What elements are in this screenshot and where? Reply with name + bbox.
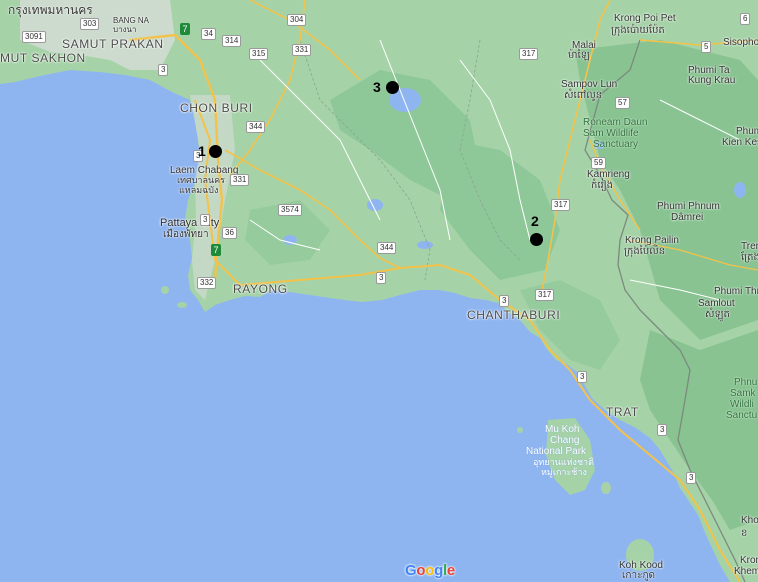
label-mu-koh-chang-thai-1: อุทยานแห่งชาติ [533, 457, 594, 467]
label-laem-chabang-thai-2: แหลมฉบัง [179, 185, 219, 195]
label-phumi-phnum-1: Phumi Phnum [657, 201, 720, 212]
label-roneam-3: Sanctuary [593, 139, 639, 150]
label-krong-pailin-khmer: ក្រុងប៉ៃលិន [624, 246, 666, 257]
marker-1[interactable] [209, 145, 222, 158]
road-shield-3-south: 3 [686, 472, 697, 484]
lake-4 [417, 241, 433, 249]
road-shield-3-rayong: 3 [376, 272, 387, 284]
google-logo: Google [405, 562, 455, 579]
road-shield-59: 59 [591, 157, 606, 169]
label-samkos-2: Samk [730, 388, 756, 399]
label-sampov-lun: Sampov Lun [561, 79, 618, 90]
label-kho-khmer: ខ [741, 528, 748, 539]
label-mu-koh-chang-3: National Park [526, 446, 587, 457]
road-shield-3-chanthaburi: 3 [499, 295, 510, 307]
label-samlout: Samlout [698, 298, 735, 309]
label-phumi-phnum-2: Dâmrei [671, 212, 704, 223]
road-shield-5: 5 [701, 41, 712, 53]
label-samkos-1: Phnu [734, 377, 758, 388]
road-shield-303: 303 [80, 18, 100, 30]
label-treng-khmer: ត្រែង [741, 252, 758, 263]
label-koh-kood-thai: เกาะกูด [622, 570, 656, 581]
road-shield-6: 6 [740, 13, 751, 25]
google-logo-letter: o [416, 562, 426, 579]
road-shield-3574: 3574 [278, 204, 302, 216]
road-shield-331: 331 [230, 174, 250, 186]
label-kamrieng-khmer: កំរៀង [591, 180, 614, 191]
google-logo-letter: G [405, 562, 417, 579]
label-sampov-lun-khmer: សំពៅលូន [564, 90, 603, 101]
island-small-1 [601, 482, 611, 494]
road-shield-57-north: 57 [615, 97, 630, 109]
label-phumi-ta-kung-krau-2: Kung Krau [688, 75, 736, 86]
label-treng: Treng [741, 241, 758, 252]
road-shield-3-trat-north: 3 [577, 371, 588, 383]
island-small-4 [517, 427, 523, 433]
label-samkos-3: Wildli [730, 399, 754, 410]
label-trat: TRAT [606, 405, 639, 419]
road-shield-7-north: 7 [180, 23, 190, 35]
label-phumi-kien-kes-2: Kien Kes [722, 137, 758, 148]
marker-2[interactable] [530, 233, 543, 246]
label-mu-koh-chang-1: Mu Koh [545, 424, 580, 435]
label-krong-pailin: Krong Pailin [625, 235, 679, 246]
label-krong-poi-pet-khmer: ក្រុងប៉ោយប៉ែត [611, 25, 665, 36]
label-chon-buri: CHON BURI [180, 101, 253, 115]
label-samut-sakhon: MUT SAKHON [0, 51, 86, 65]
label-krong-khema-2: Khema [734, 566, 758, 577]
road-shield-36: 36 [222, 227, 237, 239]
road-shield-344-west: 344 [246, 121, 266, 133]
road-shield-317-south: 317 [535, 289, 555, 301]
road-shield-332: 332 [197, 277, 217, 289]
marker-3-label: 3 [373, 79, 381, 95]
label-phumi-kien-kes-1: Phumi [736, 126, 758, 137]
road-shield-331-north: 331 [292, 44, 312, 56]
road-shield-315: 315 [249, 48, 269, 60]
label-kho: Kho [741, 515, 758, 526]
label-bangkok-thai: กรุงเทพมหานคร [8, 3, 93, 17]
label-samlout-khmer: សំឡូត [705, 309, 730, 320]
google-logo-letter: g [434, 562, 443, 579]
label-malai-khmer: ម៉ាឡៃ [568, 50, 590, 61]
label-sisopho: Sisopho [723, 37, 758, 48]
label-laem-chabang-thai-1: เทศบาลนคร [177, 175, 226, 185]
label-pattaya-thai: เมืองพัทยา [163, 229, 209, 240]
label-roneam-1: Roneam Daun [583, 117, 648, 128]
road-shield-317-mid: 317 [551, 199, 571, 211]
map-view[interactable]: กรุงเทพมหานคร BANG NA บางนา SAMUT PRAKAN… [0, 0, 758, 582]
label-samkos-4: Sanctu [726, 410, 758, 421]
label-pattaya: Pattaya City [160, 217, 220, 229]
road-shield-317-north: 317 [519, 48, 539, 60]
marker-3[interactable] [386, 81, 399, 94]
label-bang-na-thai: บางนา [113, 25, 137, 34]
label-chanthaburi: CHANTHABURI [467, 308, 561, 322]
google-logo-letter: o [425, 562, 435, 579]
road-shield-3091: 3091 [22, 31, 46, 43]
label-samut-prakan: SAMUT PRAKAN [62, 37, 164, 51]
island-small-3 [177, 302, 187, 308]
label-mu-koh-chang-2: Chang [550, 435, 580, 446]
road-shield-7-south: 7 [211, 244, 221, 256]
label-kamrieng: Kamrieng [587, 169, 630, 180]
road-shield-3-pattaya: 3 [200, 214, 211, 226]
island-small-2 [161, 286, 169, 294]
label-phumi-thn: Phumi Thn [714, 286, 758, 297]
label-krong-khema-1: Krong [740, 555, 758, 566]
label-krong-poi-pet: Krong Poi Pet [614, 13, 676, 24]
road-shield-3-trat: 3 [657, 424, 668, 436]
road-shield-34: 34 [201, 28, 216, 40]
label-roneam-2: Sam Wildlife [583, 128, 639, 139]
label-mu-koh-chang-thai-2: หมู่เกาะช้าง [541, 467, 587, 477]
label-bang-na: BANG NA [113, 16, 150, 25]
marker-2-label: 2 [531, 213, 539, 229]
road-shield-314: 314 [222, 35, 242, 47]
google-logo-letter: e [446, 562, 455, 579]
label-rayong: RAYONG [233, 282, 288, 296]
marker-1-label: 1 [198, 143, 206, 159]
road-shield-344-east: 344 [377, 242, 397, 254]
lake-5 [734, 182, 746, 198]
road-shield-3-north: 3 [158, 64, 169, 76]
road-shield-304: 304 [287, 14, 307, 26]
